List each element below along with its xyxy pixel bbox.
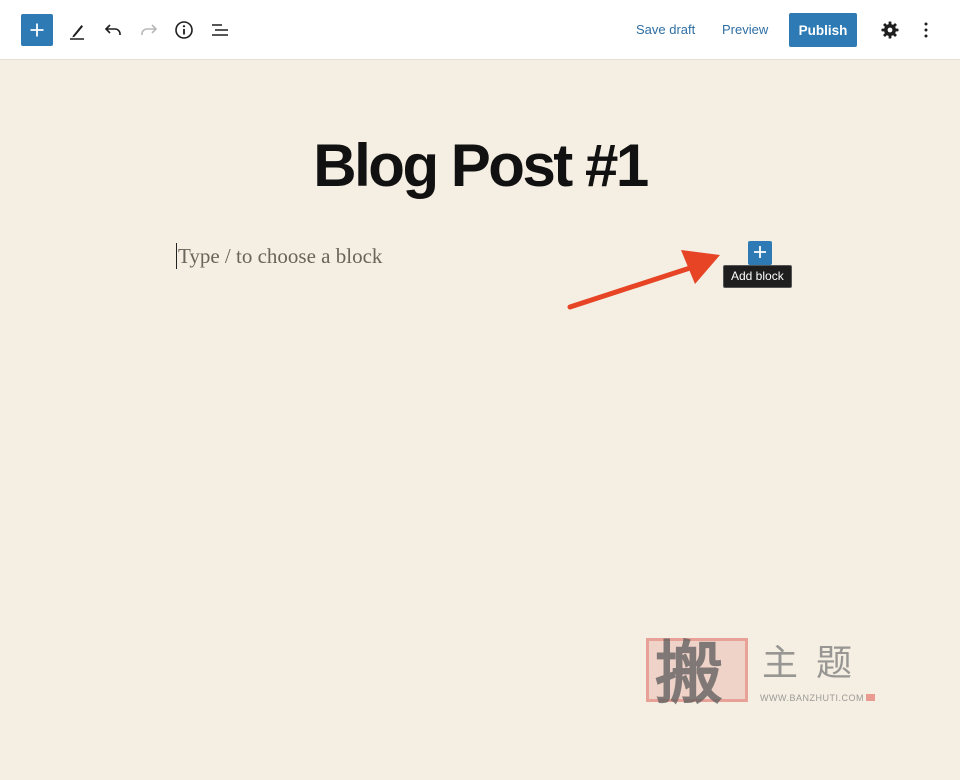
settings-button[interactable] <box>874 14 906 46</box>
more-vertical-icon <box>923 21 929 39</box>
watermark-seal-char: 搬 <box>655 634 724 714</box>
preview-button[interactable]: Preview <box>722 19 768 41</box>
list-view-icon <box>209 20 231 40</box>
pencil-icon <box>67 20 87 40</box>
tools-button[interactable] <box>61 14 93 46</box>
watermark-text: 主题 <box>762 643 871 684</box>
list-view-button[interactable] <box>204 14 236 46</box>
save-draft-button[interactable]: Save draft <box>636 19 695 41</box>
redo-icon <box>139 20 159 40</box>
gear-icon <box>880 20 900 40</box>
post-title[interactable]: Blog Post #1 <box>0 128 960 204</box>
watermark-seal: 搬 <box>646 637 748 711</box>
info-icon <box>174 20 194 40</box>
watermark-dot <box>866 694 875 701</box>
block-inserter-button[interactable] <box>21 14 53 46</box>
text-caret <box>176 243 177 269</box>
publish-button[interactable]: Publish <box>789 13 857 47</box>
block-placeholder[interactable]: Type / to choose a block <box>176 240 696 272</box>
watermark-url: WWW.BANZHUTI.COM <box>760 693 864 703</box>
undo-icon <box>103 20 123 40</box>
add-block-tooltip: Add block <box>723 265 792 288</box>
plus-icon <box>753 245 767 262</box>
undo-button[interactable] <box>97 14 129 46</box>
details-button[interactable] <box>168 14 200 46</box>
editor-toolbar: Save draft Preview Publish <box>0 0 960 60</box>
add-block-button[interactable] <box>748 241 772 265</box>
plus-icon <box>29 22 45 38</box>
options-button[interactable] <box>910 14 942 46</box>
watermark: 搬 主题 WWW.BANZHUTI.COM <box>646 634 878 711</box>
redo-button[interactable] <box>133 14 165 46</box>
